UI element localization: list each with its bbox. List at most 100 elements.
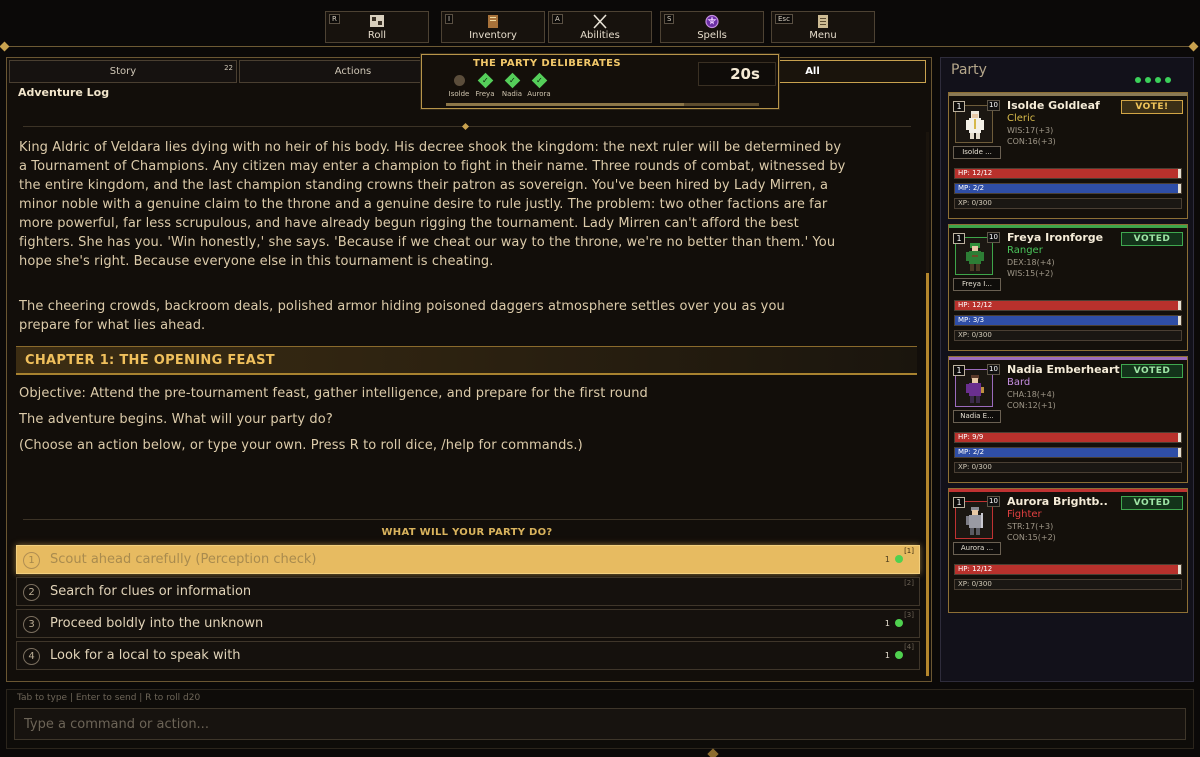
roll-label: Roll [367,30,387,41]
member-name: Freya [475,90,495,98]
command-input[interactable] [14,708,1186,740]
vote-count: 1 [885,555,903,565]
vote-count: 1 [885,619,903,629]
inventory-button[interactable]: I Inventory [441,11,545,43]
xp-bar: XP: 0/300 [954,198,1182,209]
level-badge: 1 [953,497,965,508]
next-level-badge: 10 [987,496,1000,507]
hp-bar: HP: 9/9 [954,432,1182,443]
begin-text: The adventure begins. What will your par… [19,412,333,427]
character-stat: CON:12(+1) [1007,401,1056,410]
xp-bar: XP: 0/300 [954,462,1182,473]
deliberation-progress-fill [446,103,684,106]
tab-actions-label: Actions [334,66,372,77]
choice-option-4[interactable]: 4 Look for a local to speak with 1 [4] [16,641,920,670]
mp-bar: MP: 3/3 [954,315,1182,326]
party-card-nadia[interactable]: 1 10 Nadia E... Nadia Emberheart Bard CH… [948,356,1188,483]
level-badge: 1 [953,101,965,112]
xp-bar: XP: 0/300 [954,579,1182,590]
next-level-badge: 10 [987,364,1000,375]
deliberation-progress [446,103,759,106]
log-scrollbar-thumb[interactable] [926,273,929,676]
spells-label: Spells [697,30,727,41]
hotkey-badge: A [552,14,563,24]
deliberation-member-aurora: ✓ Aurora [524,72,554,98]
character-name: Nadia Emberheart [1007,363,1120,376]
choice-text: Search for clues or information [50,584,252,599]
divider-ornament [707,748,719,757]
vote-dot-icon [895,651,903,659]
player-tag: Aurora ... [953,542,1001,555]
character-stat: WIS:17(+3) [1007,126,1054,135]
party-card-isolde[interactable]: 1 10 Isolde ... Isolde Goldleaf Cleric W… [948,92,1188,219]
deliberation-panel: THE PARTY DELIBERATES 20s Isolde ✓ Freya… [421,54,779,109]
check-icon: ✓ [477,72,493,89]
next-level-badge: 10 [987,100,1000,111]
player-tag: Freya I... [953,278,1001,291]
menu-label: Menu [809,30,837,41]
check-icon: ✓ [504,72,520,89]
choice-number: 4 [23,648,40,665]
choice-hotkey: [3] [904,611,914,619]
divider-ornament [461,122,470,131]
hp-bar: HP: 12/12 [954,564,1182,575]
member-name: Aurora [527,90,551,98]
tab-story-label: Story [109,66,137,77]
character-stat: CHA:18(+4) [1007,390,1055,399]
objective-text: Objective: Attend the pre-tournament fea… [19,386,648,401]
tab-all-label: All [805,66,820,77]
mp-bar: MP: 2/2 [954,447,1182,458]
vote-status-badge: VOTED [1121,496,1183,510]
hotkey-badge: R [329,14,340,24]
spells-button[interactable]: S Spells [660,11,764,43]
member-name: Nadia [501,90,523,98]
abilities-button[interactable]: A Abilities [548,11,652,43]
party-card-aurora[interactable]: 1 10 Aurora ... Aurora Brightb.. Fighter… [948,488,1188,613]
xp-bar: XP: 0/300 [954,330,1182,341]
hotkey-badge: Esc [775,14,793,24]
check-icon: ✓ [531,72,547,89]
character-stat: STR:17(+3) [1007,522,1054,531]
party-online-indicator [1135,68,1175,87]
choice-number: 1 [23,552,40,569]
character-stat: CON:15(+2) [1007,533,1056,542]
adventure-log-panel: Story 22 Actions All Adventure Log King … [6,57,932,682]
menu-button[interactable]: Esc Menu [771,11,875,43]
choice-option-2[interactable]: 2 Search for clues or information [2] [16,577,920,606]
party-title: Party [951,62,987,78]
roll-button[interactable]: R Roll [325,11,429,43]
abilities-label: Abilities [580,30,620,41]
vote-status-badge: VOTED [1121,232,1183,246]
divider [23,519,911,520]
mp-bar: MP: 2/2 [954,183,1182,194]
waiting-icon [453,75,465,86]
vote-dot-icon [895,619,903,627]
input-hint: Tab to type | Enter to send | R to roll … [17,693,201,703]
inventory-label: Inventory [469,30,517,41]
character-class: Bard [1007,377,1031,388]
deliberation-title: THE PARTY DELIBERATES [472,58,622,69]
character-stat: CON:16(+3) [1007,137,1056,146]
choice-text: Look for a local to speak with [50,648,241,663]
choice-hotkey: [1] [904,547,914,555]
chapter-heading: CHAPTER 1: THE OPENING FEAST [16,346,917,375]
character-stat: WIS:15(+2) [1007,269,1054,278]
choice-option-3[interactable]: 3 Proceed boldly into the unknown 1 [3] [16,609,920,638]
choice-number: 2 [23,584,40,601]
choice-option-1[interactable]: 1 Scout ahead carefully (Perception chec… [16,545,920,574]
choice-hotkey: [4] [904,643,914,651]
top-divider [6,46,1194,47]
dice-icon [326,14,428,30]
choice-text: Scout ahead carefully (Perception check) [50,552,317,567]
level-badge: 1 [953,233,965,244]
hp-bar: HP: 12/12 [954,300,1182,311]
book-icon [442,14,544,30]
party-card-freya[interactable]: 1 10 Freya I... Freya Ironforge Ranger D… [948,224,1188,351]
level-badge: 1 [953,365,965,376]
character-name: Aurora Brightb.. [1007,495,1108,508]
choice-prompt-title: WHAT WILL YOUR PARTY DO? [381,527,553,538]
character-stat: DEX:18(+4) [1007,258,1055,267]
player-tag: Nadia E... [953,410,1001,423]
vote-status-badge: VOTE! [1121,100,1183,114]
tab-story[interactable]: Story 22 [9,60,237,83]
